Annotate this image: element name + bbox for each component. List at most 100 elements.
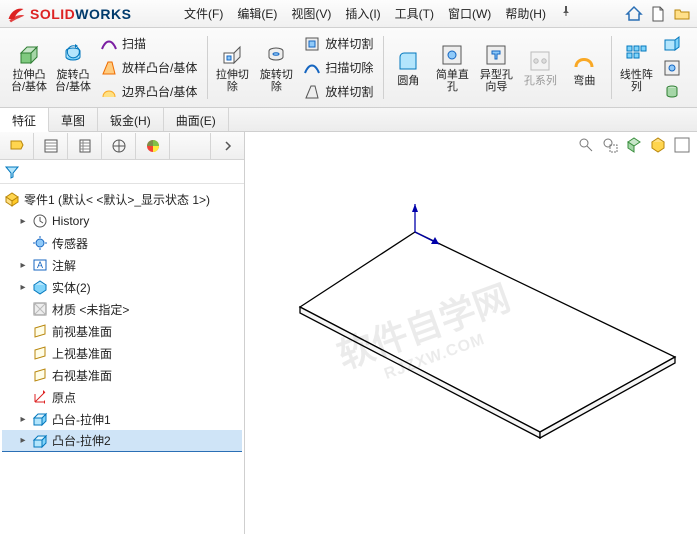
cmd-extra-1[interactable] — [659, 33, 685, 55]
tree-right-plane[interactable]: 右视基准面 — [2, 364, 242, 386]
cmd-simple-hole[interactable]: 简单直孔 — [431, 41, 473, 95]
loft-cut-icon — [303, 35, 321, 53]
tree-bodies[interactable]: ▸ 实体(2) — [2, 276, 242, 298]
feature-tree-icon — [8, 137, 26, 155]
tree-sensors[interactable]: 传感器 — [2, 232, 242, 254]
cmd-extrude-cut[interactable]: 拉伸切除 — [211, 41, 253, 95]
menu-edit[interactable]: 编辑(E) — [231, 1, 283, 26]
fm-overflow[interactable] — [210, 133, 244, 159]
cmd-boundary-boss[interactable]: 边界凸台/基体 — [96, 81, 201, 103]
tree-label: 右视基准面 — [52, 367, 112, 384]
solidworks-logo-icon — [6, 4, 26, 24]
cmd-extrude-boss[interactable]: 拉伸凸台/基体 — [8, 41, 50, 95]
filter-icon[interactable] — [4, 164, 20, 180]
tree-front-plane[interactable]: 前视基准面 — [2, 320, 242, 342]
ribbon-stack-cut: 放样切割 扫描切除 放样切割 — [299, 33, 377, 103]
main-area: 零件1 (默认< <默认>_显示状态 1>) ▸ History 传感器 ▸ A… — [0, 132, 697, 534]
cmd-linear-pattern[interactable]: 线性阵列 — [615, 41, 657, 95]
menu-bar: 文件(F) 编辑(E) 视图(V) 插入(I) 工具(T) 窗口(W) 帮助(H… — [178, 1, 578, 26]
fm-tab-config[interactable] — [68, 133, 102, 159]
menu-window[interactable]: 窗口(W) — [442, 1, 497, 26]
tree-history[interactable]: ▸ History — [2, 210, 242, 232]
tree-label: 原点 — [52, 389, 76, 406]
ribbon-group-pattern: 线性阵列 — [611, 30, 689, 105]
tree-label: 传感器 — [52, 235, 88, 252]
fm-tab-feature-tree[interactable] — [0, 133, 34, 159]
tree-origin[interactable]: 原点 — [2, 386, 242, 408]
fm-tab-property[interactable] — [34, 133, 68, 159]
extrude-feature-icon — [32, 411, 48, 427]
dimension-icon — [110, 137, 128, 155]
fm-tab-appearance[interactable] — [136, 133, 170, 159]
expander-icon[interactable]: ▸ — [18, 260, 28, 270]
revolve-cut-icon — [264, 43, 288, 67]
annotation-icon: A — [32, 257, 48, 273]
menu-help[interactable]: 帮助(H) — [499, 1, 552, 26]
cmd-extra-3[interactable] — [659, 81, 685, 103]
tree-label: 凸台-拉伸2 — [52, 432, 111, 449]
hole-series-icon — [528, 49, 552, 73]
label: 拉伸切除 — [213, 69, 251, 93]
sweep-icon — [100, 35, 118, 53]
cmd-hole-series: 孔系列 — [519, 47, 561, 89]
tab-sheet-metal[interactable]: 钣金(H) — [98, 108, 164, 131]
fm-tab-dim[interactable] — [102, 133, 136, 159]
tab-sketch[interactable]: 草图 — [49, 108, 98, 131]
cmd-wrap[interactable]: 弯曲 — [563, 47, 605, 89]
ribbon-stack-boss: 扫描 放样凸台/基体 边界凸台/基体 — [96, 33, 201, 103]
ribbon: 拉伸凸台/基体 旋转凸台/基体 扫描 放样凸台/基体 边界凸台/基体 — [0, 28, 697, 108]
menu-file[interactable]: 文件(F) — [178, 1, 229, 26]
expander-icon[interactable]: ▸ — [18, 216, 28, 226]
svg-text:A: A — [37, 260, 43, 270]
tree-root[interactable]: 零件1 (默认< <默认>_显示状态 1>) — [2, 188, 242, 210]
linear-pattern-icon — [624, 43, 648, 67]
expander-icon[interactable]: ▸ — [18, 436, 28, 446]
label: 线性阵列 — [617, 69, 655, 93]
feature-manager-tabs — [0, 132, 244, 160]
cmd-loft-boss[interactable]: 放样凸台/基体 — [96, 57, 201, 79]
viewport[interactable]: 软件自学网 RJZXW.COM — [245, 132, 697, 534]
app-brand-text: SOLIDWORKS — [30, 6, 131, 22]
cmd-loft-cut[interactable]: 放样切割 — [299, 33, 377, 55]
menu-tools[interactable]: 工具(T) — [389, 1, 440, 26]
cmd-revolve-cut[interactable]: 旋转切除 — [255, 41, 297, 95]
cmd-loft-cut-2[interactable]: 放样切割 — [299, 81, 377, 103]
sweep-cut-icon — [303, 59, 321, 77]
tree-top-plane[interactable]: 上视基准面 — [2, 342, 242, 364]
tree-label: History — [52, 214, 89, 228]
cmd-sweep[interactable]: 扫描 — [96, 33, 201, 55]
open-document-icon[interactable] — [673, 5, 691, 23]
label: 放样切割 — [325, 83, 373, 100]
expander-icon[interactable]: ▸ — [18, 414, 28, 424]
menu-pin-icon[interactable] — [554, 1, 578, 26]
tree-filter-row — [0, 160, 244, 184]
feature-manager-panel: 零件1 (默认< <默认>_显示状态 1>) ▸ History 传感器 ▸ A… — [0, 132, 245, 534]
cmd-hole-wizard[interactable]: 异型孔向导 — [475, 41, 517, 95]
history-icon — [32, 213, 48, 229]
label: 简单直孔 — [433, 69, 471, 93]
revolve-boss-icon — [61, 43, 85, 67]
loft-icon — [100, 59, 118, 77]
tab-surfaces[interactable]: 曲面(E) — [164, 108, 229, 131]
property-icon — [42, 137, 60, 155]
tree-feat2[interactable]: ▸ 凸台-拉伸2 — [2, 430, 242, 452]
ribbon-group-features: 圆角 简单直孔 异型孔向导 孔系列 弯曲 — [383, 30, 609, 105]
tree-material[interactable]: 材质 <未指定> — [2, 298, 242, 320]
menu-view[interactable]: 视图(V) — [285, 1, 337, 26]
tree-annotations[interactable]: ▸ A 注解 — [2, 254, 242, 276]
cmd-revolve-boss[interactable]: 旋转凸台/基体 — [52, 41, 94, 95]
model-canvas — [245, 132, 697, 534]
home-icon[interactable] — [625, 5, 643, 23]
menu-insert[interactable]: 插入(I) — [339, 1, 386, 26]
expander-icon[interactable]: ▸ — [18, 282, 28, 292]
cmd-sweep-cut[interactable]: 扫描切除 — [299, 57, 377, 79]
tree-feat1[interactable]: ▸ 凸台-拉伸1 — [2, 408, 242, 430]
feature-tree[interactable]: 零件1 (默认< <默认>_显示状态 1>) ▸ History 传感器 ▸ A… — [0, 184, 244, 534]
cmd-fillet[interactable]: 圆角 — [387, 47, 429, 89]
ribbon-group-cut: 拉伸切除 旋转切除 放样切割 扫描切除 放样切割 — [207, 30, 381, 105]
cmd-extra-2[interactable] — [659, 57, 685, 79]
tab-features[interactable]: 特征 — [0, 108, 49, 132]
hole-icon — [663, 59, 681, 77]
tree-label: 凸台-拉伸1 — [52, 411, 111, 428]
new-document-icon[interactable] — [649, 5, 667, 23]
